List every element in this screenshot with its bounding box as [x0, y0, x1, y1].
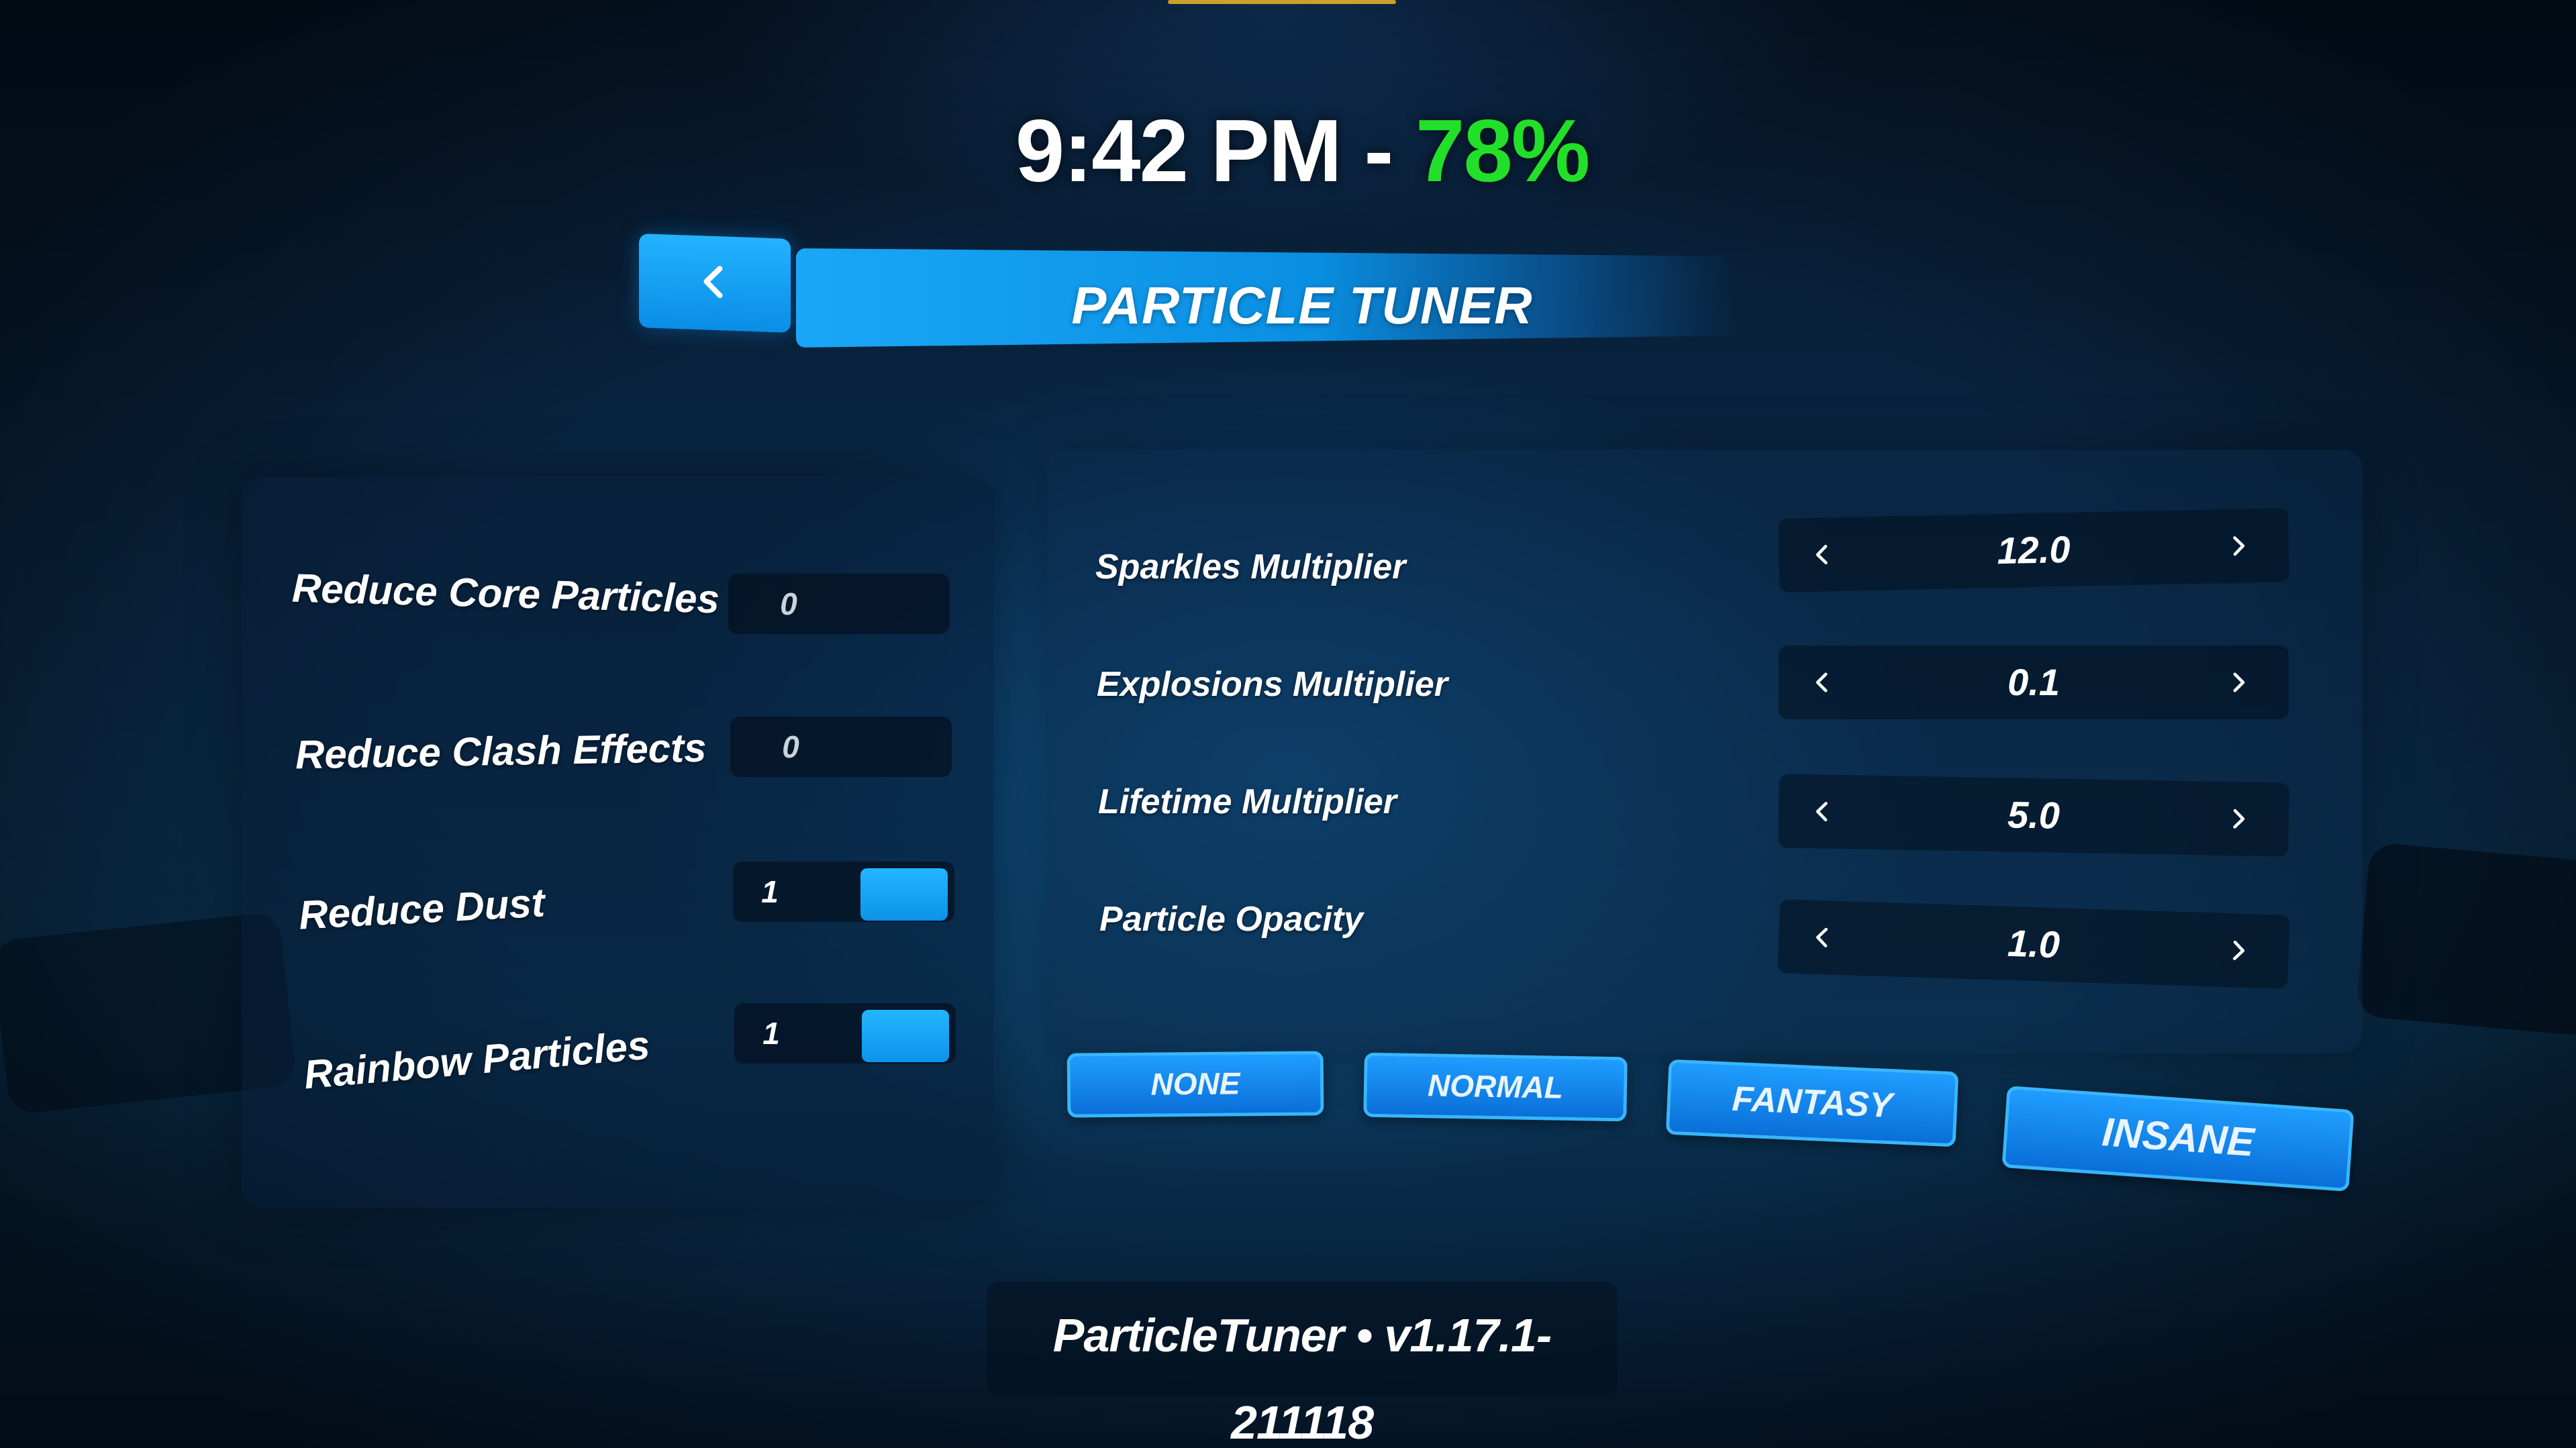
slider-label-sparkles-multiplier: Sparkles Multiplier — [1095, 548, 1406, 586]
toggle-value: 1 — [761, 874, 779, 909]
clock-time: 9:42 PM — [1015, 101, 1342, 200]
increase-button[interactable] — [2214, 795, 2262, 843]
increase-button[interactable] — [2214, 522, 2262, 570]
slider-label-explosions-multiplier: Explosions Multiplier — [1097, 665, 1448, 704]
decrease-button[interactable] — [1798, 531, 1846, 578]
chevron-right-icon — [2233, 672, 2245, 692]
increase-button[interactable] — [2214, 926, 2263, 974]
toggle-label-reduce-clash-effects: Reduce Clash Effects — [295, 725, 707, 778]
stepper-lifetime-multiplier: 5.0 — [1778, 774, 2289, 857]
toggle-value: 0 — [782, 729, 799, 764]
slider-label-lifetime-multiplier: Lifetime Multiplier — [1098, 782, 1397, 821]
version-label: ParticleTuner • v1.17.1-211118 — [1052, 1309, 1552, 1448]
stepper-value: 1.0 — [2007, 921, 2061, 966]
chevron-left-icon — [695, 261, 735, 305]
status-line: 9:42 PM - 78% — [933, 87, 1671, 215]
stepper-value: 0.1 — [2008, 661, 2060, 703]
toggle-value: 1 — [762, 1016, 780, 1051]
toggle-knob — [862, 1010, 949, 1062]
toggle-rainbow-particles[interactable]: 1 — [734, 1003, 956, 1064]
preset-fantasy-button[interactable]: FANTASY — [1665, 1059, 1959, 1147]
chevron-left-icon — [1816, 927, 1828, 947]
page-title: PARTICLE TUNER — [1071, 276, 1533, 335]
preset-none-button[interactable]: NONE — [1067, 1051, 1324, 1118]
preset-normal-button[interactable]: NORMAL — [1363, 1052, 1628, 1122]
status-separator: - — [1340, 101, 1416, 200]
increase-button[interactable] — [2215, 659, 2262, 706]
back-button[interactable] — [639, 234, 791, 333]
decrease-button[interactable] — [1799, 659, 1846, 706]
toggle-reduce-core-particles[interactable]: 0 — [728, 574, 950, 634]
chevron-left-icon — [1816, 672, 1828, 692]
chevron-left-icon — [1816, 544, 1828, 565]
stepper-value: 5.0 — [2007, 793, 2061, 837]
toggle-value: 0 — [780, 586, 797, 621]
stepper-sparkles-multiplier: 12.0 — [1777, 508, 2290, 592]
toggle-knob — [860, 868, 948, 921]
slider-label-particle-opacity: Particle Opacity — [1099, 900, 1364, 939]
chevron-right-icon — [2232, 940, 2245, 960]
chevron-right-icon — [2233, 809, 2245, 829]
toggle-reduce-clash-effects[interactable]: 0 — [730, 717, 952, 777]
decrease-button[interactable] — [1798, 913, 1846, 962]
top-glow — [1168, 0, 1396, 4]
stepper-value: 12.0 — [1996, 527, 2071, 572]
chevron-right-icon — [2233, 536, 2245, 556]
decrease-button[interactable] — [1798, 788, 1846, 835]
chevron-left-icon — [1816, 802, 1828, 822]
battery-percent: 78% — [1415, 101, 1590, 200]
stepper-explosions-multiplier: 0.1 — [1779, 645, 2289, 719]
toggle-reduce-dust[interactable]: 1 — [733, 862, 954, 922]
